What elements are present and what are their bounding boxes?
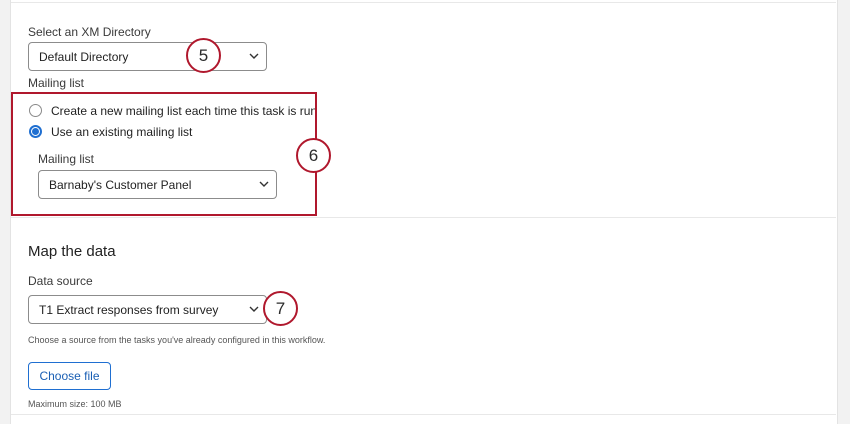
mailing-list-section-label: Mailing list — [28, 76, 85, 90]
directory-select-value: Default Directory — [39, 50, 129, 64]
data-source-select-value: T1 Extract responses from survey — [39, 303, 219, 317]
callout-5: 5 — [186, 38, 221, 73]
data-source-label: Data source — [28, 274, 93, 288]
map-data-heading: Map the data — [28, 243, 116, 260]
max-size-text: Maximum size: 100 MB — [28, 399, 122, 409]
data-source-help-text: Choose a source from the tasks you've al… — [28, 335, 326, 345]
data-source-select[interactable]: T1 Extract responses from survey — [28, 295, 267, 324]
choose-file-button[interactable]: Choose file — [28, 362, 111, 390]
callout-6: 6 — [296, 138, 331, 173]
directory-label: Select an XM Directory — [28, 25, 151, 39]
highlight-box — [11, 92, 317, 216]
callout-7: 7 — [263, 291, 298, 326]
bottom-divider — [11, 414, 836, 415]
top-divider — [11, 2, 836, 3]
chevron-down-icon — [249, 306, 259, 312]
chevron-down-icon — [249, 53, 259, 59]
directory-select[interactable]: Default Directory — [28, 42, 267, 71]
section-divider — [11, 217, 836, 218]
